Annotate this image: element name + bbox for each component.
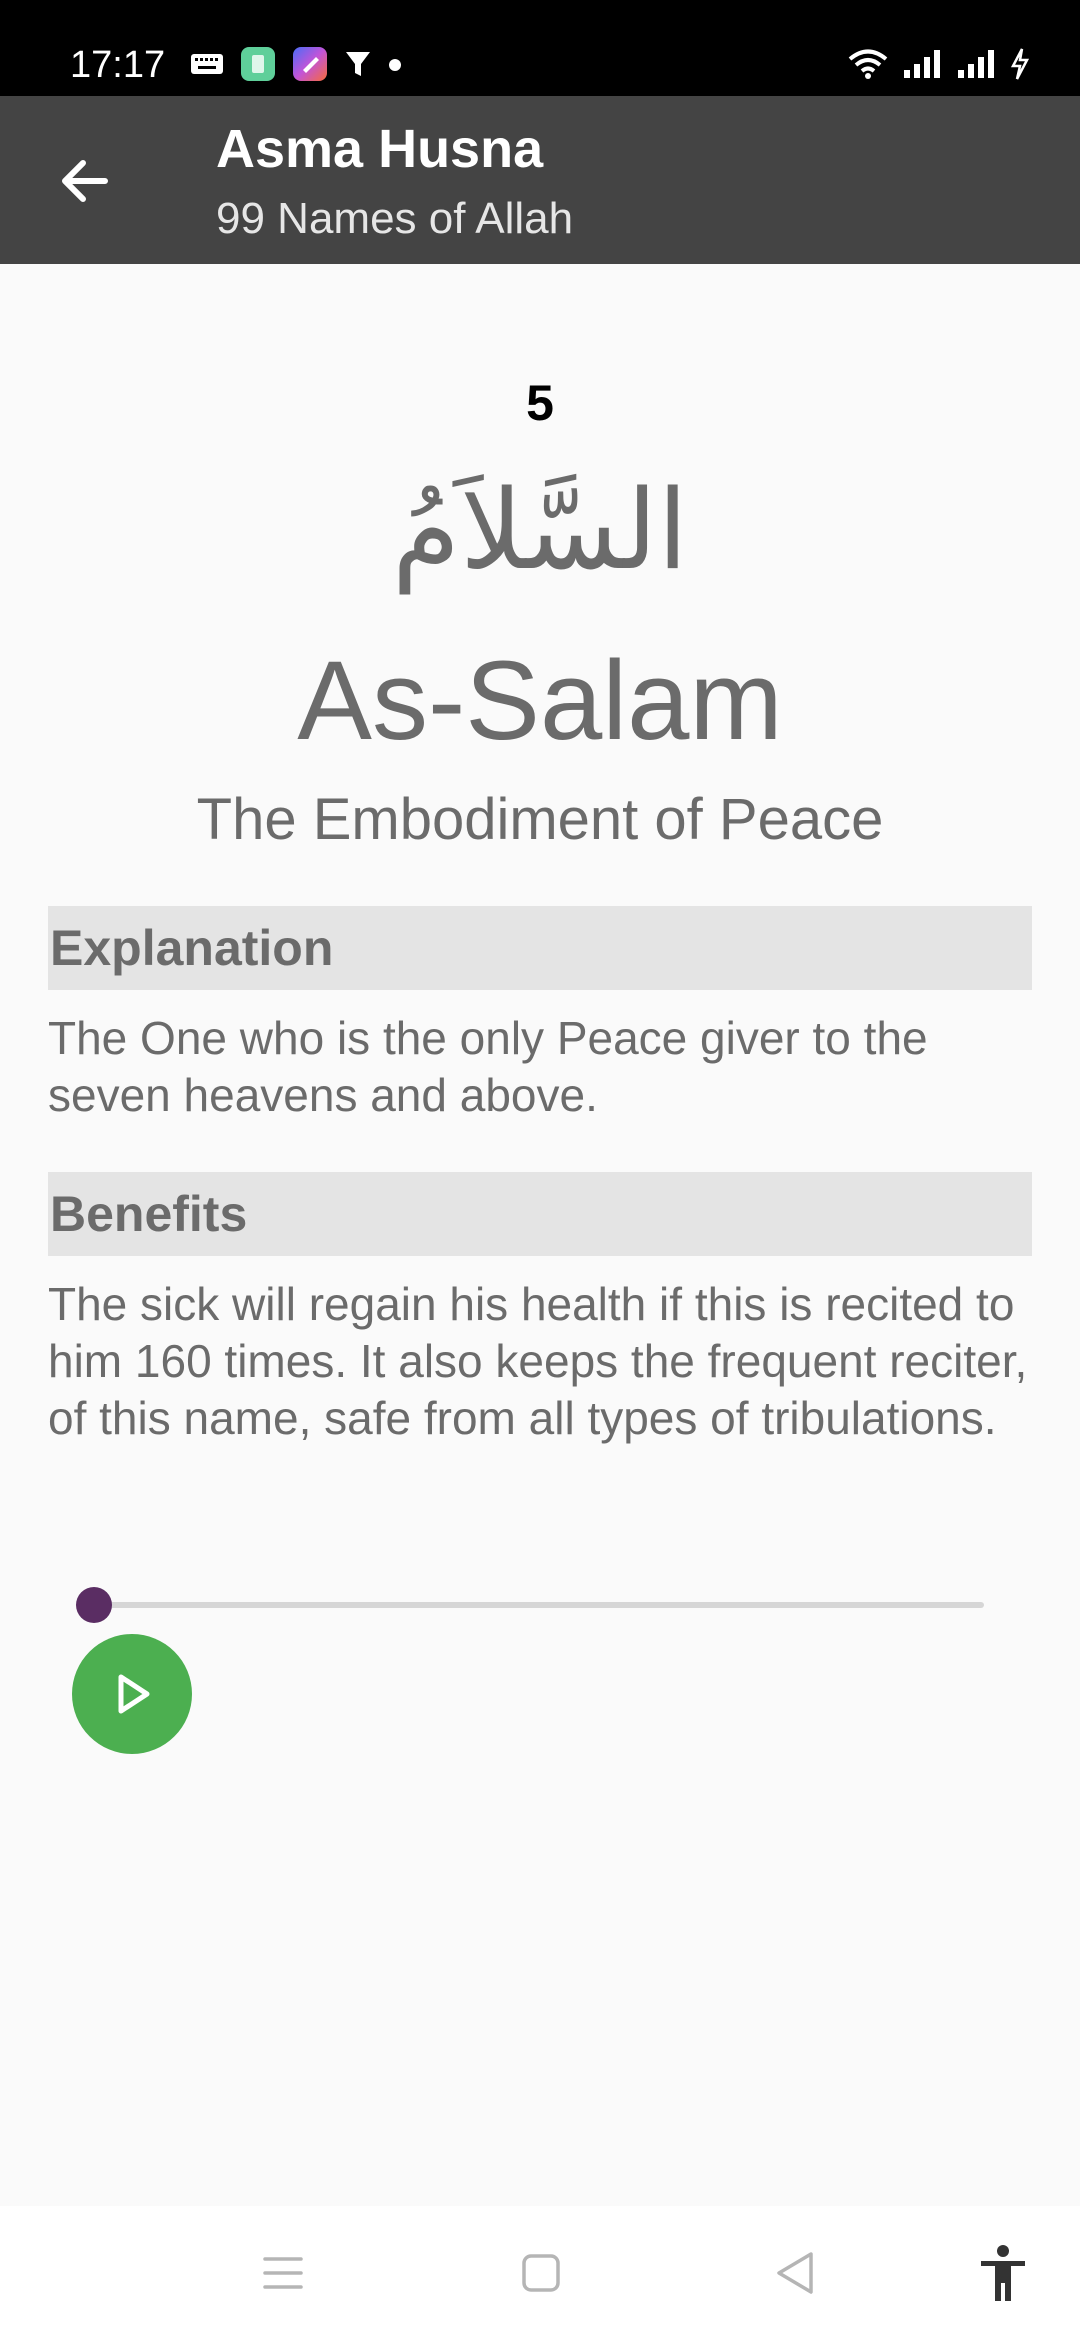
menu-icon [263, 2257, 303, 2289]
charging-icon [1010, 48, 1030, 84]
content: 5 السَّلاَمُ As-Salam The Embodiment of … [0, 264, 1080, 2206]
status-icons-right [848, 46, 1030, 86]
navigation-bar [0, 2206, 1080, 2340]
accessibility-button[interactable] [958, 2228, 1048, 2318]
signal-icon [902, 48, 942, 84]
home-button[interactable] [496, 2228, 586, 2318]
app-bar: Asma Husna 99 Names of Allah [0, 96, 1080, 264]
keyboard-icon [190, 51, 224, 81]
benefits-heading: Benefits [50, 1186, 248, 1242]
accessibility-icon [981, 2245, 1025, 2301]
benefits-header: Benefits [48, 1172, 1032, 1256]
benefits-text: The sick will regain his health if this … [48, 1278, 1028, 1444]
status-time: 17:17 [70, 44, 166, 86]
signal-icon-2 [956, 48, 996, 84]
app-title: Asma Husna [216, 119, 544, 179]
back-button[interactable] [40, 136, 130, 226]
app-icon-green [240, 46, 276, 86]
system-back-button[interactable] [750, 2228, 840, 2318]
explanation-heading: Explanation [50, 920, 334, 976]
explanation-text: The One who is the only Peace giver to t… [48, 1012, 928, 1121]
seek-bar[interactable] [76, 1587, 984, 1623]
screen: 17:17 Asma Husna 99 Names of Allah 5 الس… [0, 0, 1080, 2340]
app-icon-colorful [292, 46, 328, 86]
explanation-header: Explanation [48, 906, 1032, 990]
play-button[interactable] [72, 1634, 192, 1754]
play-icon [118, 1674, 150, 1714]
arrow-left-icon [62, 160, 108, 202]
home-icon [522, 2254, 560, 2292]
dot-icon [388, 57, 402, 76]
status-icons-left [190, 46, 402, 86]
filter-icon [344, 49, 372, 83]
arabic-name: السَّلاَمُ [392, 466, 688, 594]
recents-button[interactable] [238, 2228, 328, 2318]
meaning: The Embodiment of Peace [196, 787, 884, 852]
name-number: 5 [526, 375, 554, 431]
status-bar: 17:17 [0, 0, 1080, 96]
back-triangle-icon [777, 2252, 813, 2294]
seek-thumb[interactable] [76, 1587, 112, 1623]
wifi-icon [848, 48, 888, 84]
transliteration: As-Salam [297, 638, 783, 763]
app-subtitle: 99 Names of Allah [216, 194, 574, 243]
